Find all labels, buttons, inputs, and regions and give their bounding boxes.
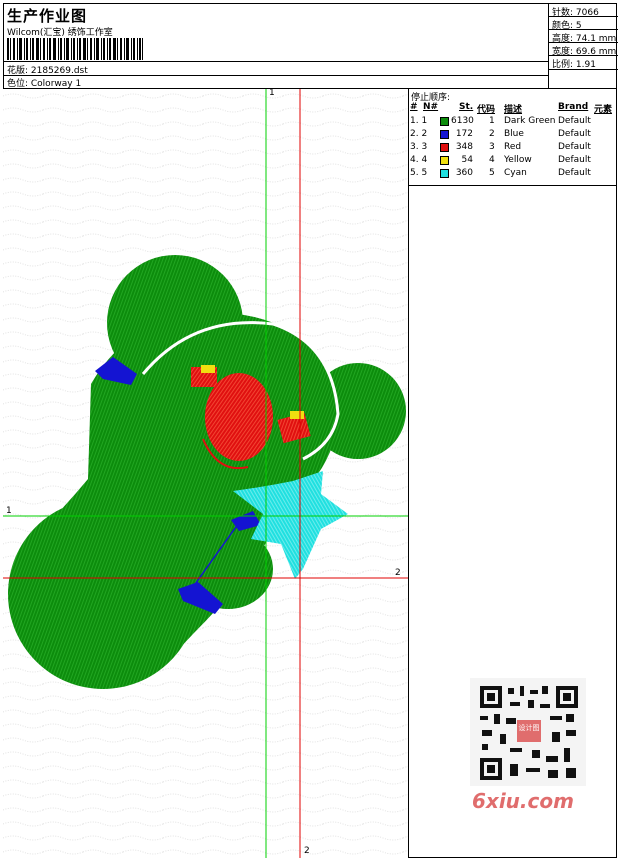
color-swatch	[440, 156, 449, 165]
header: 生产作业图 Wilcom(汇宝) 绣饰工作室 花版: 2185269.dst 色…	[3, 3, 618, 89]
company-name: Wilcom(汇宝) 绣饰工作室	[7, 28, 113, 38]
color-swatch	[440, 143, 449, 152]
stop-sequence-panel: 停止顺序: # N# St. 代码 描述 Brand 元素 1. 1 6130 1 D…	[409, 89, 617, 186]
col-header-code: 代码	[477, 105, 496, 115]
row-brand: Default	[558, 129, 591, 139]
axis-label-green-left: 1	[6, 506, 12, 516]
row-stitches: 348	[455, 142, 473, 152]
row-index: 2. 2	[410, 129, 428, 139]
watermark: 6xiu.com	[472, 789, 574, 813]
row-description: Blue	[504, 129, 524, 139]
design-preview[interactable]: 1 1 2 2	[3, 89, 409, 858]
row-description: Cyan	[504, 168, 527, 178]
color-swatch	[440, 117, 449, 126]
color-swatch	[440, 169, 449, 178]
row-brand: Default	[558, 116, 591, 126]
col-header-hash: #	[410, 102, 418, 112]
spec-box: 针数: 7066 颜色: 5 高度: 74.1 mm 宽度: 69.6 mm 比…	[548, 3, 618, 89]
row-code: 3	[489, 142, 495, 152]
row-stitches: 360	[455, 168, 473, 178]
col-header-brand: Brand	[558, 102, 589, 112]
row-code: 4	[489, 155, 495, 165]
row-code: 2	[489, 129, 495, 139]
barcode-icon	[7, 38, 143, 60]
axis-label-green-top: 1	[269, 89, 275, 98]
row-description: Dark Green	[504, 116, 556, 126]
qr-badge: 设计图	[518, 724, 540, 732]
row-stitches: 54	[461, 155, 473, 165]
row-code: 5	[489, 168, 495, 178]
row-index: 1. 1	[410, 116, 428, 126]
row-brand: Default	[558, 142, 591, 152]
color-swatch	[440, 130, 449, 139]
row-index: 4. 4	[410, 155, 428, 165]
qr-code: 设计图	[470, 678, 586, 786]
row-stitches: 6130	[451, 116, 474, 126]
col-header-stitches: St.	[459, 102, 474, 112]
col-header-desc: 描述	[504, 105, 523, 115]
row-description: Red	[504, 142, 522, 152]
row-index: 5. 5	[410, 168, 428, 178]
qr-code-icon	[480, 686, 578, 780]
row-brand: Default	[558, 155, 591, 165]
colorway: 色位: Colorway 1	[7, 79, 82, 89]
col-header-element: 元素	[594, 105, 613, 115]
row-code: 1	[489, 116, 495, 126]
axis-label-red-bottom: 2	[304, 846, 310, 856]
axis-label-red-right: 2	[395, 568, 401, 578]
header-divider	[3, 61, 548, 62]
header-divider	[3, 75, 548, 76]
page-title: 生产作业图	[7, 7, 88, 25]
row-description: Yellow	[504, 155, 532, 165]
row-stitches: 172	[455, 129, 473, 139]
embroidery-preview	[3, 89, 408, 858]
row-index: 3. 3	[410, 142, 428, 152]
row-brand: Default	[558, 168, 591, 178]
col-header-n: N#	[423, 102, 439, 112]
